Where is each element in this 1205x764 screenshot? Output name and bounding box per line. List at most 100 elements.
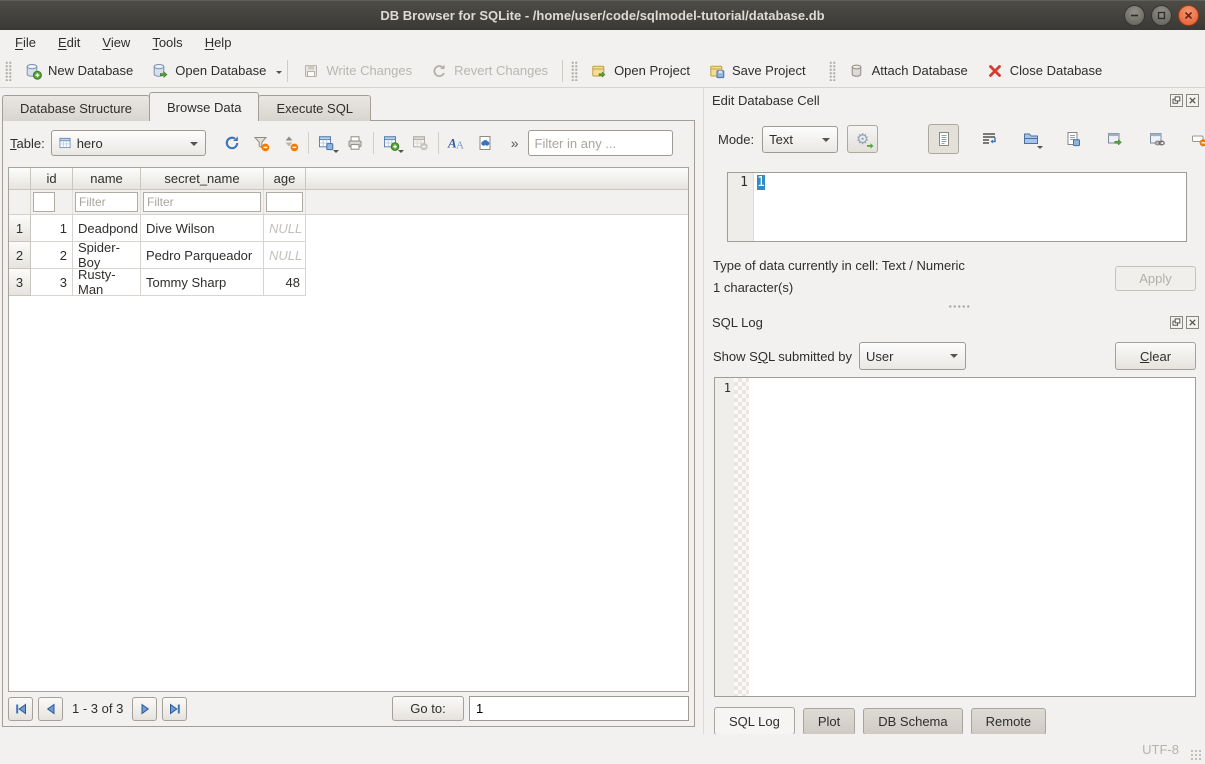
- cell-secret-name[interactable]: Tommy Sharp: [141, 269, 264, 296]
- goto-button[interactable]: Go to:: [392, 696, 464, 721]
- mode-combobox[interactable]: Text: [762, 126, 838, 153]
- show-sql-combobox[interactable]: User: [859, 342, 966, 370]
- menu-tools[interactable]: Tools: [141, 32, 193, 53]
- close-dock-button[interactable]: [1186, 94, 1199, 107]
- menu-file[interactable]: File: [4, 32, 47, 53]
- row-header[interactable]: 2: [9, 242, 31, 269]
- tab-db-schema[interactable]: DB Schema: [863, 708, 962, 735]
- export-table-button[interactable]: [312, 129, 341, 157]
- new-database-button[interactable]: New Database: [15, 58, 142, 84]
- cell-id[interactable]: 2: [31, 242, 73, 269]
- link-icon: [1148, 130, 1166, 148]
- filter-any-input[interactable]: [528, 130, 673, 156]
- cell-name[interactable]: Rusty-Man: [73, 269, 141, 296]
- table-combobox-value: hero: [77, 136, 103, 151]
- clear-log-button[interactable]: Clear: [1115, 342, 1196, 370]
- pane-splitter[interactable]: [703, 88, 704, 734]
- cell-id[interactable]: 3: [31, 269, 73, 296]
- row-header[interactable]: 3: [9, 269, 31, 296]
- column-header-id[interactable]: id: [31, 168, 73, 190]
- tab-database-structure[interactable]: Database Structure: [2, 95, 150, 121]
- open-database-dropdown[interactable]: [276, 71, 282, 77]
- tab-execute-sql[interactable]: Execute SQL: [258, 95, 371, 121]
- maximize-button[interactable]: [1151, 5, 1172, 26]
- table-row: 1 1 Deadpond Dive Wilson NULL: [9, 215, 688, 242]
- revert-changes-label: Revert Changes: [454, 63, 548, 78]
- attach-database-button[interactable]: Attach Database: [839, 58, 977, 84]
- refresh-button[interactable]: [218, 129, 247, 157]
- cell-id[interactable]: 1: [31, 215, 73, 242]
- insert-record-button[interactable]: [377, 129, 406, 157]
- export-cell-button[interactable]: [1058, 125, 1087, 153]
- find-in-table-button[interactable]: [471, 129, 500, 157]
- filter-input-age[interactable]: [266, 192, 303, 212]
- cell-name[interactable]: Deadpond: [73, 215, 141, 242]
- tab-label: Browse Data: [167, 100, 241, 115]
- open-project-button[interactable]: Open Project: [581, 58, 699, 84]
- cell-editor-content[interactable]: 1: [754, 173, 765, 241]
- column-header-age[interactable]: age: [264, 168, 306, 190]
- sql-log-content[interactable]: [749, 378, 1195, 696]
- save-project-button[interactable]: Save Project: [699, 58, 815, 84]
- sql-log-editor[interactable]: 1: [714, 377, 1196, 697]
- next-page-button[interactable]: [132, 697, 157, 721]
- import-cell-button[interactable]: [1016, 125, 1045, 153]
- menu-help[interactable]: Help: [194, 32, 243, 53]
- menu-edit[interactable]: Edit: [47, 32, 91, 53]
- import-cell-dropdown[interactable]: [1037, 146, 1043, 152]
- cell-secret-name[interactable]: Dive Wilson: [141, 215, 264, 242]
- cell-editor-gutter: 1: [728, 173, 754, 241]
- write-changes-icon: [302, 62, 320, 80]
- cell-age[interactable]: 48: [264, 269, 306, 296]
- goto-input[interactable]: [469, 696, 689, 721]
- export-table-dropdown[interactable]: [333, 150, 339, 156]
- apply-format-button[interactable]: ⚙: [847, 125, 878, 153]
- insert-record-dropdown[interactable]: [398, 150, 404, 156]
- dock-splitter-handle[interactable]: [948, 304, 970, 309]
- float-dock-button[interactable]: [1170, 94, 1183, 107]
- first-page-button[interactable]: [8, 697, 33, 721]
- copy-link-button[interactable]: [1142, 125, 1171, 153]
- tab-sql-log[interactable]: SQL Log: [714, 707, 795, 735]
- clear-sorting-button[interactable]: [276, 129, 305, 157]
- filter-input-id[interactable]: [33, 192, 55, 212]
- toolbar-overflow-button[interactable]: »: [508, 135, 522, 151]
- minimize-button[interactable]: [1124, 5, 1145, 26]
- close-dock-button[interactable]: [1186, 316, 1199, 329]
- cell-name[interactable]: Spider-Boy: [73, 242, 141, 269]
- last-page-button[interactable]: [162, 697, 187, 721]
- word-wrap-button[interactable]: [974, 125, 1003, 153]
- float-dock-button[interactable]: [1170, 316, 1183, 329]
- cell-editor[interactable]: 1 1: [727, 172, 1187, 242]
- cell-secret-name[interactable]: Pedro Parqueador: [141, 242, 264, 269]
- revert-changes-button: Revert Changes: [421, 58, 557, 84]
- clear-filters-button[interactable]: [247, 129, 276, 157]
- cell-age[interactable]: NULL: [264, 215, 306, 242]
- bottom-dock-tabs: SQL Log Plot DB Schema Remote: [714, 707, 1046, 735]
- table-combobox[interactable]: hero: [51, 130, 206, 156]
- set-null-button[interactable]: [1184, 125, 1205, 153]
- close-button[interactable]: [1178, 5, 1199, 26]
- row-header[interactable]: 1: [9, 215, 31, 242]
- close-dock-icon: [1186, 316, 1199, 329]
- format-toolbar-button[interactable]: A A: [442, 129, 471, 157]
- print-table-button[interactable]: [341, 129, 370, 157]
- filter-input-name[interactable]: [75, 192, 138, 212]
- column-header-secret-name[interactable]: secret_name: [141, 168, 264, 190]
- open-database-button[interactable]: Open Database: [142, 58, 275, 84]
- previous-page-button[interactable]: [38, 697, 63, 721]
- text-view-button[interactable]: [928, 124, 959, 154]
- column-header-name[interactable]: name: [73, 168, 141, 190]
- tab-browse-data[interactable]: Browse Data: [149, 92, 259, 121]
- close-database-button[interactable]: Close Database: [977, 58, 1112, 84]
- tab-plot[interactable]: Plot: [803, 708, 855, 735]
- main-tabbar: Database Structure Browse Data Execute S…: [2, 92, 370, 121]
- open-in-app-button[interactable]: [1100, 125, 1129, 153]
- cell-age[interactable]: NULL: [264, 242, 306, 269]
- encoding-selector[interactable]: UTF-8: [1142, 742, 1179, 757]
- filter-input-secret-name[interactable]: [143, 192, 261, 212]
- tab-remote[interactable]: Remote: [971, 708, 1047, 735]
- document-icon: [935, 130, 953, 148]
- resize-grip[interactable]: [1190, 749, 1202, 761]
- menu-view[interactable]: View: [91, 32, 141, 53]
